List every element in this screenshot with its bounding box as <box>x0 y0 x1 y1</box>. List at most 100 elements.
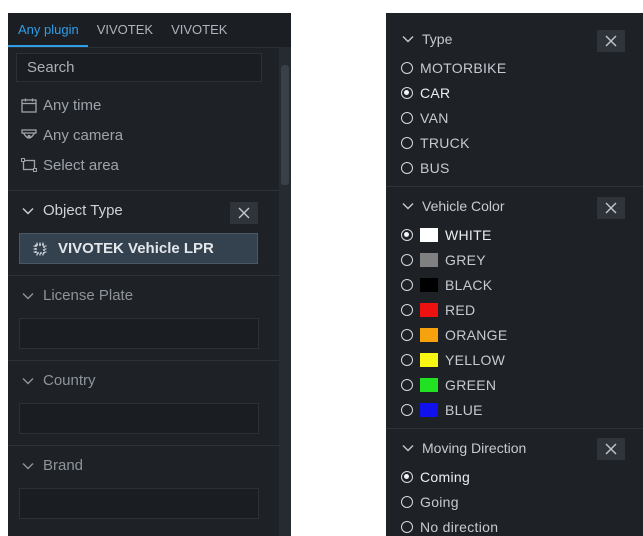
option-label: WHITE <box>445 227 492 243</box>
search-filter-panel: Any plugin VIVOTEK VIVOTEK Any time Any … <box>8 13 291 536</box>
select-area-icon <box>21 158 37 172</box>
option-label: GREY <box>445 252 486 268</box>
radio-button[interactable] <box>401 471 413 483</box>
type-option-car[interactable]: CAR <box>401 85 450 101</box>
vehicle-color-label: Vehicle Color <box>422 198 505 214</box>
color-option-blue[interactable]: BLUE <box>401 402 483 418</box>
color-option-green[interactable]: GREEN <box>401 377 496 393</box>
brand-input[interactable] <box>19 488 259 519</box>
type-clear-button[interactable] <box>597 30 625 52</box>
option-label: BLUE <box>445 402 483 418</box>
country-label: Country <box>43 372 96 389</box>
option-label: GREEN <box>445 377 497 393</box>
radio-button[interactable] <box>401 304 413 316</box>
radio-button[interactable] <box>401 87 413 99</box>
area-filter[interactable]: Select area <box>21 157 119 174</box>
color-swatch <box>420 378 438 392</box>
option-label: Going <box>420 494 459 510</box>
country-header[interactable]: Country <box>21 372 96 389</box>
brand-header[interactable]: Brand <box>21 457 83 474</box>
camera-filter[interactable]: Any camera <box>21 127 123 144</box>
type-label: Type <box>422 31 453 47</box>
radio-button[interactable] <box>401 379 413 391</box>
close-icon <box>605 443 617 455</box>
divider <box>386 186 643 187</box>
radio-button[interactable] <box>401 521 413 533</box>
option-label: BLACK <box>445 277 493 293</box>
chevron-down-icon <box>22 377 34 384</box>
type-option-motorbike[interactable]: MOTORBIKE <box>401 60 506 76</box>
time-filter-label: Any time <box>43 97 102 114</box>
radio-button[interactable] <box>401 62 413 74</box>
search-input[interactable] <box>16 53 262 82</box>
color-swatch <box>420 278 438 292</box>
color-option-red[interactable]: RED <box>401 302 475 318</box>
divider <box>8 445 279 446</box>
vehicle-color-clear-button[interactable] <box>597 197 625 219</box>
chevron-down-icon <box>402 36 414 43</box>
radio-button[interactable] <box>401 496 413 508</box>
radio-button[interactable] <box>401 229 413 241</box>
type-option-bus[interactable]: BUS <box>401 160 450 176</box>
color-option-orange[interactable]: ORANGE <box>401 327 507 343</box>
license-plate-header[interactable]: License Plate <box>21 287 133 304</box>
color-swatch <box>420 303 438 317</box>
type-option-van[interactable]: VAN <box>401 110 449 126</box>
direction-option-going[interactable]: Going <box>401 494 459 510</box>
chevron-down-icon <box>402 445 414 452</box>
scrollbar-thumb[interactable] <box>281 65 289 185</box>
radio-button[interactable] <box>401 279 413 291</box>
option-label: Coming <box>420 469 471 485</box>
radio-button[interactable] <box>401 254 413 266</box>
object-type-chip-label: VIVOTEK Vehicle LPR <box>58 240 214 257</box>
close-icon <box>238 207 250 219</box>
option-label: BUS <box>420 160 450 176</box>
vehicle-filter-panel: Type MOTORBIKE CAR VAN TRUCK BUS Vehicle… <box>386 13 643 536</box>
radio-button[interactable] <box>401 354 413 366</box>
tab-vivotek-1[interactable]: VIVOTEK <box>88 22 162 47</box>
vehicle-color-header[interactable]: Vehicle Color <box>401 198 505 214</box>
camera-icon <box>21 129 37 139</box>
tab-any-plugin[interactable]: Any plugin <box>8 22 88 47</box>
moving-direction-header[interactable]: Moving Direction <box>401 440 526 456</box>
radio-button[interactable] <box>401 404 413 416</box>
color-swatch <box>420 353 438 367</box>
type-header[interactable]: Type <box>401 31 452 47</box>
scrollbar[interactable] <box>279 47 291 536</box>
radio-button[interactable] <box>401 112 413 124</box>
radio-button[interactable] <box>401 329 413 341</box>
direction-option-coming[interactable]: Coming <box>401 469 470 485</box>
color-option-black[interactable]: BLACK <box>401 277 492 293</box>
option-label: VAN <box>420 110 449 126</box>
object-type-chip[interactable]: VIVOTEK Vehicle LPR <box>19 233 258 264</box>
color-swatch <box>420 253 438 267</box>
direction-option-no-direction[interactable]: No direction <box>401 519 498 535</box>
license-plate-input[interactable] <box>19 318 259 349</box>
option-label: ORANGE <box>445 327 508 343</box>
tab-vivotek-2[interactable]: VIVOTEK <box>162 22 236 47</box>
type-option-truck[interactable]: TRUCK <box>401 135 470 151</box>
option-label: TRUCK <box>420 135 470 151</box>
object-type-clear-button[interactable] <box>230 202 258 224</box>
color-swatch <box>420 403 438 417</box>
camera-filter-label: Any camera <box>43 127 124 144</box>
radio-button[interactable] <box>401 137 413 149</box>
object-type-header[interactable]: Object Type <box>21 202 123 219</box>
time-filter[interactable]: Any time <box>21 97 101 114</box>
moving-direction-clear-button[interactable] <box>597 438 625 460</box>
chevron-down-icon <box>22 207 34 214</box>
chip-icon <box>33 242 47 255</box>
option-label: YELLOW <box>445 352 506 368</box>
color-option-white[interactable]: WHITE <box>401 227 492 243</box>
close-icon <box>605 202 617 214</box>
plugin-tabs: Any plugin VIVOTEK VIVOTEK <box>8 13 291 48</box>
close-icon <box>605 35 617 47</box>
option-label: MOTORBIKE <box>420 60 507 76</box>
country-input[interactable] <box>19 403 259 434</box>
color-option-grey[interactable]: GREY <box>401 252 486 268</box>
moving-direction-label: Moving Direction <box>422 440 527 456</box>
color-swatch <box>420 328 438 342</box>
color-option-yellow[interactable]: YELLOW <box>401 352 505 368</box>
radio-button[interactable] <box>401 162 413 174</box>
object-type-label: Object Type <box>43 202 123 219</box>
